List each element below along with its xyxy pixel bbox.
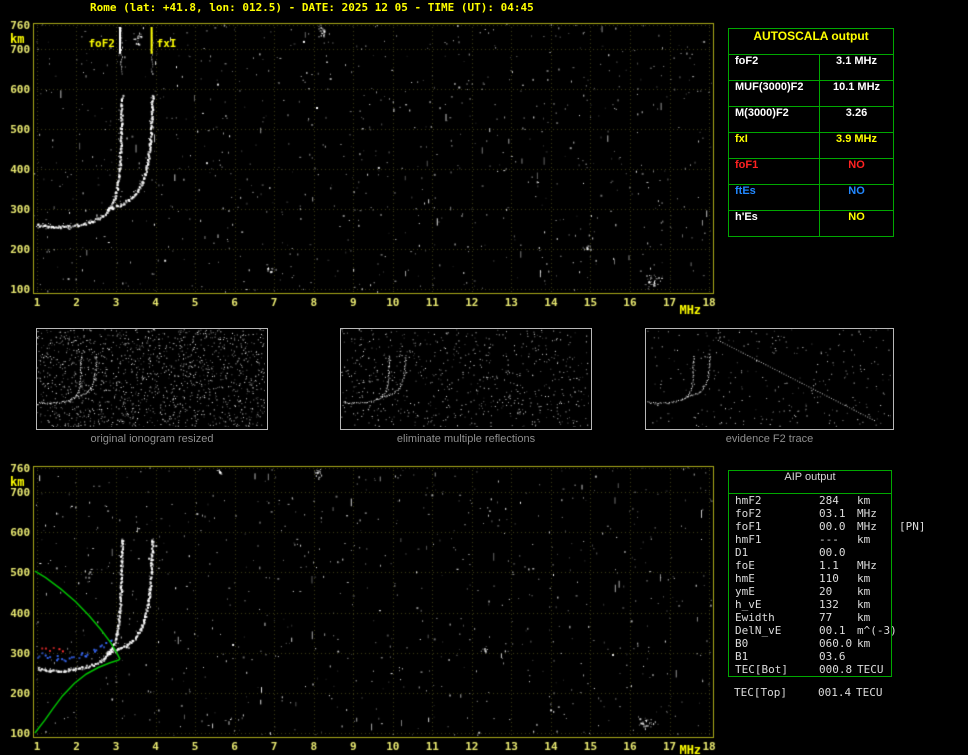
aip-param-value: 284 (819, 494, 839, 507)
autoscala-panel-title: AUTOSCALA output (729, 29, 893, 55)
autoscala-param-label: M(3000)F2 (729, 107, 820, 132)
aip-param-unit: TECU (856, 686, 883, 699)
aip-param-label: hmE (735, 572, 755, 585)
aip-param-unit: TECU (857, 663, 884, 676)
aip-param-value: 00.1 (819, 624, 846, 637)
aip-row: ymE 20 km (729, 585, 891, 598)
aip-param-unit: km (857, 533, 871, 546)
aip-param-unit: km (857, 585, 871, 598)
autoscala-row: ftEs NO (729, 185, 893, 211)
autoscala-param-label: ftEs (729, 185, 820, 210)
autoscala-output-panel: AUTOSCALA output foF2 3.1 MHz MUF(3000)F… (728, 28, 894, 237)
station-title: Rome (lat: +41.8, lon: 012.5) - DATE: 20… (90, 1, 534, 14)
profile-ionogram-canvas (0, 458, 730, 755)
aip-param-unit (857, 650, 891, 663)
aip-param-label: hmF2 (735, 494, 762, 507)
autoscala-row: fxI 3.9 MHz (729, 133, 893, 159)
thumbnail-original-canvas (37, 329, 265, 427)
aip-param-value: 77 (819, 611, 833, 624)
aip-param-unit: MHz (857, 520, 877, 533)
aip-param-unit: km (857, 637, 871, 650)
autoscala-param-label: foF2 (729, 55, 820, 80)
aip-row-tec-top: TEC[Top] 001.4 TECU (728, 686, 898, 699)
aip-row: hmE 110 km (729, 572, 891, 585)
aip-param-label: Ewidth (735, 611, 775, 624)
aip-param-label: TEC[Bot] (735, 663, 788, 676)
aip-row: Ewidth 77 km (729, 611, 891, 624)
aip-param-value: 110 (819, 572, 839, 585)
aip-output-panel: AIP output hmF2 284 km foF2 03.1 MHz foF… (728, 470, 926, 677)
main-ionogram-canvas (0, 14, 730, 320)
aip-param-value: 132 (819, 598, 839, 611)
autoscala-param-label: MUF(3000)F2 (729, 81, 820, 106)
autoscala-param-value: 3.9 MHz (836, 133, 877, 145)
aip-panel-title: AIP output (729, 471, 891, 494)
autoscala-row: M(3000)F2 3.26 (729, 107, 893, 133)
autoscala-param-label: foF1 (729, 159, 820, 184)
aip-param-unit (857, 546, 891, 559)
aip-param-unit: km (857, 598, 871, 611)
aip-param-value: 20 (819, 585, 833, 598)
autoscala-param-label: fxI (729, 133, 820, 158)
autoscala-row: MUF(3000)F2 10.1 MHz (729, 81, 893, 107)
autoscala-row: h'Es NO (729, 211, 893, 236)
aip-row: foE 1.1 MHz (729, 559, 891, 572)
aip-row: B1 03.6 (729, 650, 891, 663)
aip-param-note: [PN] (899, 520, 926, 533)
aip-param-value: 00.0 (819, 520, 846, 533)
aip-param-label: B0 (735, 637, 749, 650)
aip-param-value: 060.0 (819, 637, 853, 650)
aip-row: h_vE 132 km (729, 598, 891, 611)
autoscala-row: foF2 3.1 MHz (729, 55, 893, 81)
autoscala-param-value: 3.26 (845, 107, 868, 119)
aip-param-label: hmF1 (735, 533, 762, 546)
aip-param-value: 001.4 (818, 686, 852, 699)
aip-param-value: 00.0 (819, 546, 846, 559)
aip-param-value: --- (819, 533, 839, 546)
aip-param-label: foF1 (735, 520, 762, 533)
autoscala-param-value: 10.1 MHz (832, 81, 881, 93)
autoscala-param-value: NO (848, 185, 865, 197)
aip-param-label: B1 (735, 650, 749, 663)
aip-param-label: ymE (735, 585, 755, 598)
thumbnail-f2-trace-canvas (646, 329, 891, 427)
aip-param-value: 1.1 (819, 559, 839, 572)
aip-row: foF2 03.1 MHz (729, 507, 891, 520)
aip-param-label: TEC[Top] (734, 686, 787, 699)
aip-param-value: 000.8 (819, 663, 853, 676)
aip-param-unit: MHz (857, 507, 877, 520)
aip-row: hmF2 284 km (729, 494, 891, 507)
aip-param-unit: m^(-3) (857, 624, 897, 637)
aip-param-unit: MHz (857, 559, 877, 572)
aip-row: foF1 00.0 MHz [PN] (729, 520, 926, 533)
aip-param-value: 03.6 (819, 650, 846, 663)
thumbnail-caption-original: original ionogram resized (90, 433, 214, 445)
thumbnail-multiple-reflections-canvas (341, 329, 589, 427)
aip-param-label: foF2 (735, 507, 762, 520)
autoscala-app: Rome (lat: +41.8, lon: 012.5) - DATE: 20… (0, 0, 968, 755)
aip-param-label: D1 (735, 546, 749, 559)
aip-param-label: DelN_vE (735, 624, 782, 637)
aip-row: DelN_vE 00.1 m^(-3) (729, 624, 897, 637)
aip-param-unit: km (857, 494, 871, 507)
autoscala-param-label: h'Es (729, 211, 820, 236)
aip-row: B0 060.0 km (729, 637, 891, 650)
autoscala-row: foF1 NO (729, 159, 893, 185)
aip-row: hmF1 --- km (729, 533, 891, 546)
aip-row: D1 00.0 (729, 546, 891, 559)
autoscala-param-value: NO (848, 211, 865, 223)
autoscala-param-value: NO (848, 159, 865, 171)
thumbnail-multiple-reflections (340, 328, 592, 430)
aip-param-label: foE (735, 559, 755, 572)
aip-param-label: h_vE (735, 598, 762, 611)
autoscala-param-value: 3.1 MHz (836, 55, 877, 67)
aip-param-unit: km (857, 572, 871, 585)
thumbnail-f2-trace (645, 328, 894, 430)
aip-param-value: 03.1 (819, 507, 846, 520)
thumbnail-original-ionogram (36, 328, 268, 430)
thumbnail-caption-f2-trace: evidence F2 trace (725, 433, 814, 445)
aip-row-tec-bottom: TEC[Bot] 000.8 TECU (729, 663, 891, 676)
thumbnail-caption-reflections: eliminate multiple reflections (396, 433, 536, 445)
aip-param-unit: km (857, 611, 871, 624)
